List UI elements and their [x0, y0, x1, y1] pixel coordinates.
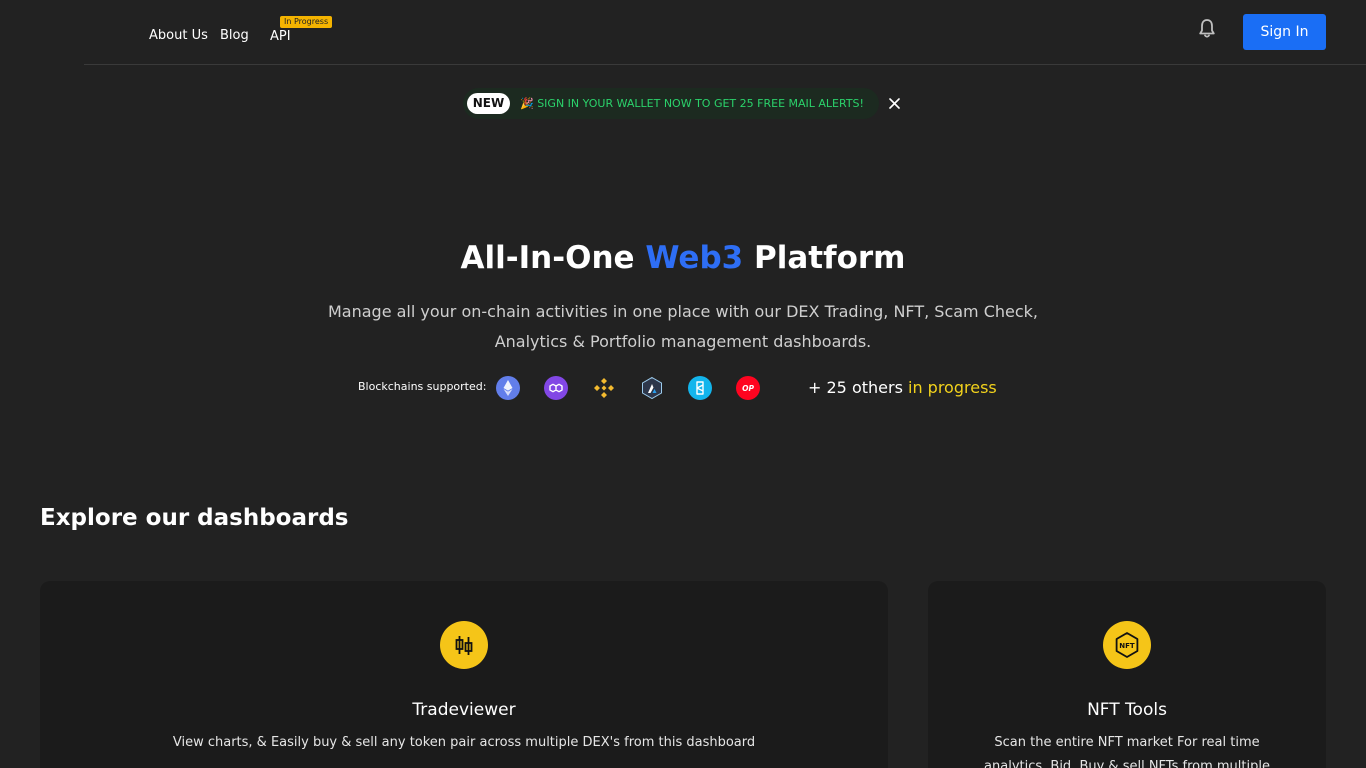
dashboard-card-nft-tools[interactable]: NFT NFT Tools Scan the entire NFT market… — [928, 581, 1326, 768]
polygon-icon — [544, 376, 568, 400]
nav-api[interactable]: API — [270, 29, 291, 45]
nft-icon: NFT — [1103, 621, 1151, 669]
bnb-icon — [592, 376, 616, 400]
ethereum-icon — [496, 376, 520, 400]
header-divider — [84, 64, 1366, 65]
card-title: Tradeviewer — [412, 700, 516, 720]
dashboard-card-tradeviewer[interactable]: Tradeviewer View charts, & Easily buy & … — [40, 581, 888, 768]
arbitrum-icon — [640, 376, 664, 400]
svg-text:OP: OP — [742, 384, 754, 393]
explore-title: Explore our dashboards — [40, 505, 349, 531]
card-description: View charts, & Easily buy & sell any tok… — [172, 735, 756, 750]
svg-text:NFT: NFT — [1119, 642, 1135, 650]
in-progress-badge: In Progress — [280, 16, 333, 28]
page: About Us Blog In Progress API Sign In NE… — [0, 0, 1366, 768]
announcement-banner[interactable]: NEW 🎉 SIGN IN YOUR WALLET NOW TO GET 25 … — [463, 88, 879, 119]
fantom-icon — [688, 376, 712, 400]
optimism-icon: OP — [736, 376, 760, 400]
announcement-text: 🎉 SIGN IN YOUR WALLET NOW TO GET 25 FREE… — [520, 97, 864, 110]
hero-title-accent: Web3 — [645, 240, 744, 276]
sign-in-button[interactable]: Sign In — [1243, 14, 1326, 50]
card-description: Scan the entire NFT market For real time… — [984, 735, 1270, 768]
card-title: NFT Tools — [1087, 700, 1167, 720]
hero-title-suffix: Platform — [754, 240, 906, 276]
hero-title-prefix: All-In-One — [460, 240, 635, 276]
nav-blog[interactable]: Blog — [220, 28, 249, 44]
other-chains-text: + 25 others in progress — [808, 376, 997, 400]
others-count: + 25 others — [808, 378, 903, 397]
new-badge: NEW — [467, 93, 510, 114]
nav-about-us[interactable]: About Us — [149, 28, 208, 44]
hero-title: All-In-One Web3 Platform — [0, 236, 1366, 280]
close-icon[interactable] — [887, 96, 902, 111]
others-status: in progress — [908, 378, 997, 397]
hero-subtitle: Manage all your on-chain activities in o… — [327, 302, 1039, 351]
bell-icon[interactable] — [1197, 18, 1217, 40]
site-header: About Us Blog In Progress API Sign In — [0, 0, 1366, 65]
chains-label: Blockchains supported: — [358, 380, 487, 393]
candlestick-icon — [440, 621, 488, 669]
